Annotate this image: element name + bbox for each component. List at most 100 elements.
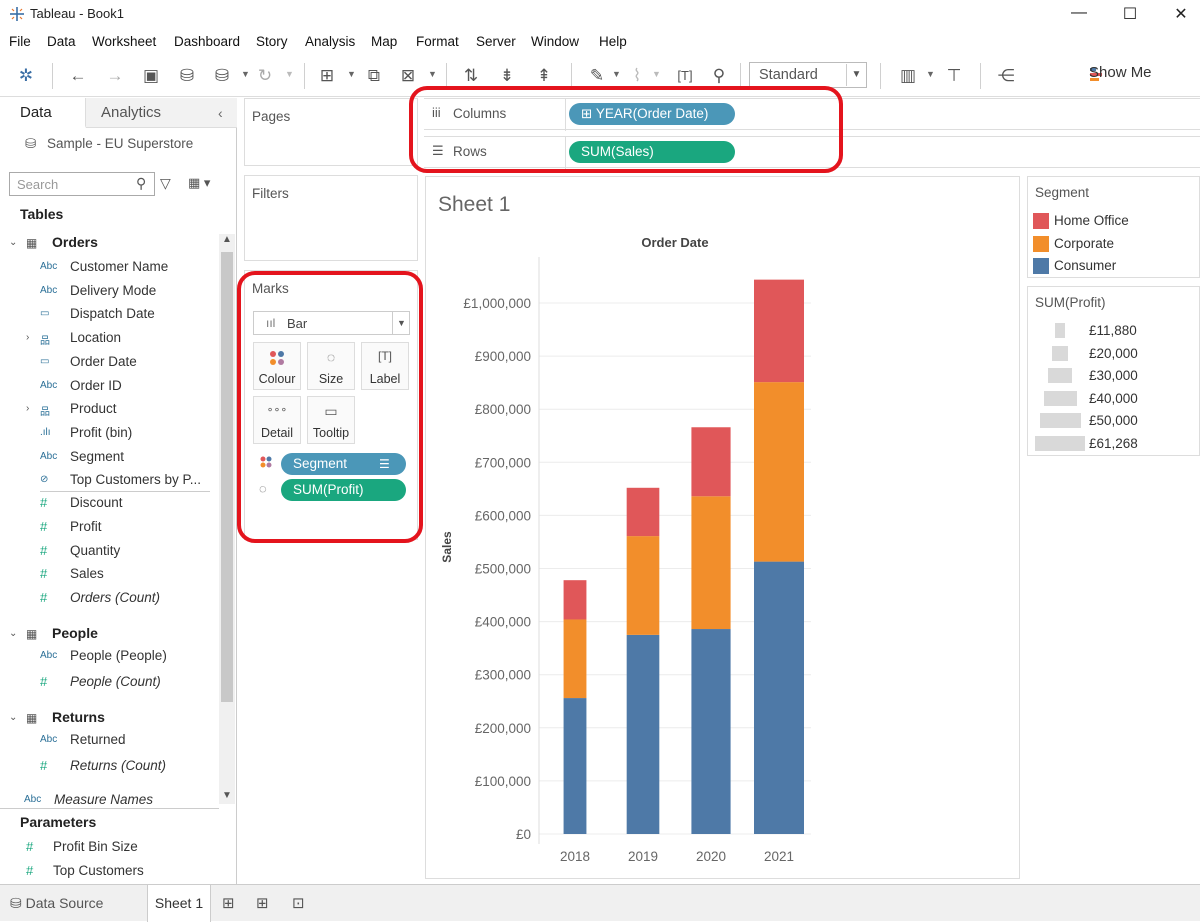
returns-table-name[interactable]: Returns	[52, 709, 105, 731]
new-worksheet-icon[interactable]: ⊞	[316, 65, 338, 87]
view-options-icon[interactable]: ▦ ▾	[188, 175, 210, 191]
tab-data-source[interactable]: ⛁ Data Source	[10, 885, 103, 922]
chevron-down-icon[interactable]: ▼	[612, 69, 621, 79]
field-row[interactable]: # Returns (Count)	[0, 756, 215, 778]
redo-icon[interactable]: →	[104, 65, 126, 87]
save-icon[interactable]: ▣	[140, 65, 162, 87]
undo-icon[interactable]: ←	[67, 65, 89, 87]
menu-analysis[interactable]: Analysis	[305, 34, 355, 49]
menu-worksheet[interactable]: Worksheet	[92, 34, 156, 49]
sort-descending-icon[interactable]: ⇞	[533, 65, 555, 87]
chevron-down-icon[interactable]: ⌄	[9, 237, 17, 248]
menu-dashboard[interactable]: Dashboard	[174, 34, 240, 49]
chevron-right-icon[interactable]: ›	[26, 403, 29, 414]
search-icon[interactable]: ⚲	[136, 175, 146, 192]
field-row[interactable]: Abc Customer Name	[0, 257, 215, 279]
menu-map[interactable]: Map	[371, 34, 397, 49]
share-icon[interactable]: ⋲	[995, 65, 1017, 87]
size-legend-item[interactable]: £40,000	[1028, 389, 1198, 409]
show-mark-labels-icon[interactable]: [T]	[674, 65, 696, 87]
chevron-down-icon[interactable]: ⌄	[9, 712, 17, 723]
people-table-name[interactable]: People	[52, 625, 98, 647]
menu-file[interactable]: File	[9, 34, 31, 49]
minimize-button[interactable]: —	[1064, 4, 1094, 22]
chevron-down-icon[interactable]: ⌄	[9, 628, 17, 639]
chevron-down-icon[interactable]: ▼	[652, 69, 661, 79]
bar-segment-home-office	[754, 279, 804, 383]
show-me-button[interactable]: Show Me	[1089, 64, 1152, 81]
chevron-down-icon[interactable]: ▼	[428, 69, 437, 79]
filter-icon[interactable]: ▽	[160, 175, 171, 192]
menu-server[interactable]: Server	[476, 34, 516, 49]
presentation-mode-icon[interactable]: ⊤	[943, 65, 965, 87]
size-legend-item[interactable]: £20,000	[1028, 344, 1198, 364]
fit-dropdown[interactable]: Standard ▼	[749, 62, 867, 88]
y-tick-label: £100,000	[475, 774, 531, 789]
chevron-down-icon[interactable]: ▼	[241, 69, 250, 79]
menu-window[interactable]: Window	[531, 34, 579, 49]
size-legend-item[interactable]: £50,000	[1028, 411, 1198, 431]
chevron-down-icon[interactable]: ▼	[285, 69, 294, 79]
tab-sheet-1[interactable]: Sheet 1	[147, 885, 211, 922]
scroll-down-icon[interactable]: ▼	[222, 790, 232, 801]
sort-ascending-icon[interactable]: ⇟	[496, 65, 518, 87]
tab-data[interactable]: Data	[0, 98, 86, 128]
menu-data[interactable]: Data	[47, 34, 76, 49]
field-row[interactable]: ⊘ Top Customers by P...	[0, 470, 215, 492]
pause-updates-icon[interactable]: ⛁	[211, 65, 233, 87]
field-row[interactable]: # Quantity	[0, 541, 215, 563]
size-legend-item[interactable]: £11,880	[1028, 321, 1198, 341]
highlight-icon[interactable]: ✎	[586, 65, 608, 87]
duplicate-sheet-icon[interactable]: ⧉	[363, 65, 385, 87]
field-row[interactable]: # People (Count)	[0, 672, 215, 694]
new-dashboard-icon[interactable]: ⊞	[256, 885, 269, 922]
scrollbar[interactable]: ▲ ▼	[219, 234, 235, 804]
scroll-up-icon[interactable]: ▲	[222, 234, 232, 245]
menu-help[interactable]: Help	[599, 34, 627, 49]
chevron-down-icon[interactable]: ▼	[926, 69, 935, 79]
search-input[interactable]: Search ⚲	[9, 172, 155, 196]
size-legend-item[interactable]: £61,268	[1028, 434, 1198, 454]
field-row[interactable]: › 品 Product	[0, 399, 215, 421]
field-row[interactable]: ▭ Dispatch Date	[0, 304, 215, 326]
menu-story[interactable]: Story	[256, 34, 288, 49]
field-row[interactable]: Abc Returned	[0, 730, 215, 752]
chevron-down-icon[interactable]: ▼	[347, 69, 356, 79]
field-row[interactable]: Abc Order ID	[0, 376, 215, 398]
field-row[interactable]: .ılı Profit (bin)	[0, 423, 215, 445]
refresh-icon[interactable]: ↻	[254, 65, 276, 87]
field-row[interactable]: # Profit	[0, 517, 215, 539]
field-row[interactable]: › 品 Location	[0, 328, 215, 350]
tab-analytics[interactable]: Analytics ‹	[86, 98, 237, 128]
show-cards-icon[interactable]: ▥	[897, 65, 919, 87]
field-row[interactable]: Abc People (People)	[0, 646, 215, 668]
scrollbar-thumb[interactable]	[221, 252, 233, 702]
field-row[interactable]: Abc Delivery Mode	[0, 281, 215, 303]
field-row[interactable]: # Discount	[0, 493, 215, 515]
collapse-pane-icon[interactable]: ‹	[218, 98, 223, 128]
orders-table-name[interactable]: Orders	[52, 234, 98, 256]
new-data-source-icon[interactable]: ⛁	[176, 65, 198, 87]
clear-sheet-icon[interactable]: ⊠	[397, 65, 419, 87]
new-story-icon[interactable]: ⊡	[292, 885, 305, 922]
close-button[interactable]: ✕	[1166, 4, 1196, 24]
new-worksheet-icon[interactable]: ⊞	[222, 885, 235, 922]
tableau-home-icon[interactable]: ✲	[15, 65, 37, 87]
field-row[interactable]: Abc Segment	[0, 447, 215, 469]
field-row[interactable]: ▭ Order Date	[0, 352, 215, 374]
bar-segment-corporate	[754, 382, 804, 562]
string-icon: Abc	[24, 794, 42, 805]
chevron-right-icon[interactable]: ›	[26, 332, 29, 343]
maximize-button[interactable]: ☐	[1115, 4, 1145, 24]
fix-axes-icon[interactable]: ⚲	[708, 65, 730, 87]
pages-shelf[interactable]: Pages	[244, 98, 418, 166]
x-tick-label: 2021	[764, 849, 794, 864]
group-members-icon[interactable]: ⌇	[626, 65, 648, 87]
menu-format[interactable]: Format	[416, 34, 459, 49]
swap-rows-columns-icon[interactable]: ⇅	[460, 65, 482, 87]
filters-shelf[interactable]: Filters	[244, 175, 418, 261]
chevron-down-icon[interactable]: ▼	[846, 64, 866, 86]
field-row[interactable]: # Orders (Count)	[0, 588, 215, 610]
field-row[interactable]: # Sales	[0, 564, 215, 586]
size-legend-item[interactable]: £30,000	[1028, 366, 1198, 386]
